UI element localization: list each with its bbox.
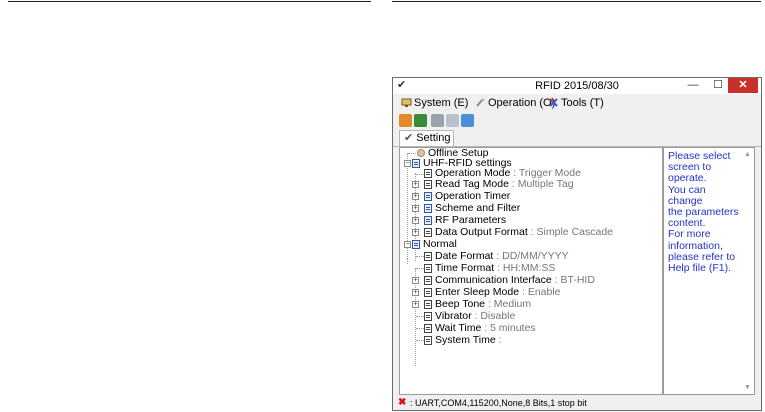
maximize-button[interactable]: ☐ <box>707 78 729 93</box>
tab-setting[interactable]: ✔ Setting <box>399 130 454 146</box>
expand-icon[interactable]: + <box>412 205 419 212</box>
folder-list-icon <box>412 240 420 249</box>
document-icon <box>424 312 432 321</box>
menu-system[interactable]: System (E) <box>401 97 468 109</box>
expand-icon[interactable]: + <box>412 193 419 200</box>
document-icon <box>424 300 432 309</box>
tree-item-scheme-and-filter[interactable]: Scheme and Filter <box>435 203 520 214</box>
tree-connector <box>416 174 424 175</box>
top-rule-left <box>8 1 371 2</box>
system-icon <box>401 98 412 107</box>
upload-icon[interactable] <box>431 114 444 127</box>
settings-tree: Offline Setup − UHF-RFID settings Operat… <box>399 147 663 395</box>
tree-item-wait-time[interactable]: Wait Time : 5 minutes <box>435 323 536 334</box>
document-icon <box>424 324 432 333</box>
tree-item-normal[interactable]: Normal <box>423 239 457 250</box>
document-icon <box>424 228 432 237</box>
operation-icon <box>476 98 485 107</box>
tree-connector <box>408 153 416 154</box>
tree-item-enter-sleep-mode[interactable]: Enter Sleep Mode : Enable <box>435 287 561 298</box>
folder-list-icon <box>424 192 432 201</box>
check-icon: ✔ <box>404 132 414 144</box>
tools-icon <box>549 98 558 107</box>
close-button[interactable]: ✕ <box>728 78 758 93</box>
scroll-down-icon[interactable]: ▼ <box>744 384 751 391</box>
document-icon <box>424 169 432 178</box>
document-icon <box>424 336 432 345</box>
title-bar[interactable]: ✔ RFID 2015/08/30 — ☐ ✕ <box>393 78 761 94</box>
collapse-icon[interactable]: − <box>404 160 411 167</box>
document-icon <box>424 276 432 285</box>
disconnected-icon: ✖ <box>398 397 407 408</box>
print-icon[interactable] <box>446 114 459 127</box>
expand-icon[interactable]: + <box>412 229 419 236</box>
menu-tools[interactable]: Tools (T) <box>548 97 604 109</box>
tree-connector <box>416 328 424 329</box>
folder-list-icon <box>412 159 420 168</box>
tree-item-read-tag-mode[interactable]: Read Tag Mode : Multiple Tag <box>435 179 574 190</box>
tree-connector <box>416 256 424 257</box>
tree-connector <box>407 258 408 264</box>
menu-bar: System (E) Operation (O) Tools (T) <box>393 95 761 112</box>
tree-connector <box>416 316 424 317</box>
expand-icon[interactable]: + <box>412 301 419 308</box>
expand-icon[interactable]: + <box>412 181 419 188</box>
offline-icon <box>417 149 425 157</box>
help-panel: Please select screen to operate. You can… <box>663 147 755 395</box>
top-rule-right <box>392 1 761 2</box>
document-icon <box>424 264 432 273</box>
tree-item-data-output-format[interactable]: Data Output Format : Simple Cascade <box>435 227 613 238</box>
toolbar <box>393 113 761 129</box>
reader-icon[interactable] <box>414 114 427 127</box>
tree-item-date-format[interactable]: Date Format : DD/MM/YYYY <box>435 251 569 262</box>
window-title: RFID 2015/08/30 <box>535 80 619 92</box>
status-bar: ✖ : UART,COM4,115200,None,8 Bits,1 stop … <box>393 396 761 410</box>
expand-icon[interactable]: + <box>412 217 419 224</box>
tree-item-system-time[interactable]: System Time : <box>435 335 502 346</box>
tab-strip: ✔ Setting <box>393 130 761 147</box>
tree-item-communication-interface[interactable]: Communication Interface : BT-HID <box>435 275 595 286</box>
folder-list-icon <box>424 216 432 225</box>
tree-connector <box>416 340 424 341</box>
tree-item-time-format[interactable]: Time Format : HH:MM:SS <box>435 263 555 274</box>
collapse-icon[interactable]: − <box>404 241 411 248</box>
help-scrollbar[interactable]: ▲ ▼ <box>743 149 753 393</box>
expand-icon[interactable]: + <box>412 277 419 284</box>
tree-item-operation-timer[interactable]: Operation Timer <box>435 191 510 202</box>
status-text: : UART,COM4,115200,None,8 Bits,1 stop bi… <box>410 398 587 408</box>
document-icon <box>424 180 432 189</box>
tree-item-beep-tone[interactable]: Beep Tone : Medium <box>435 299 531 310</box>
tree-item-vibrator[interactable]: Vibrator : Disable <box>435 311 515 322</box>
refresh-icon[interactable] <box>461 114 474 127</box>
expand-icon[interactable]: + <box>412 289 419 296</box>
tree-connector <box>416 268 424 269</box>
help-text: Please select screen to operate. You can… <box>668 150 739 275</box>
folder-list-icon <box>424 204 432 213</box>
book-icon[interactable] <box>399 114 412 127</box>
document-icon <box>424 288 432 297</box>
tree-item-rf-parameters[interactable]: RF Parameters <box>435 215 506 226</box>
app-window: ✔ RFID 2015/08/30 — ☐ ✕ System (E) Opera… <box>392 77 762 411</box>
menu-operation[interactable]: Operation (O) <box>475 97 555 109</box>
scroll-up-icon[interactable]: ▲ <box>744 151 751 158</box>
document-icon <box>424 252 432 261</box>
minimize-button[interactable]: — <box>682 78 704 93</box>
